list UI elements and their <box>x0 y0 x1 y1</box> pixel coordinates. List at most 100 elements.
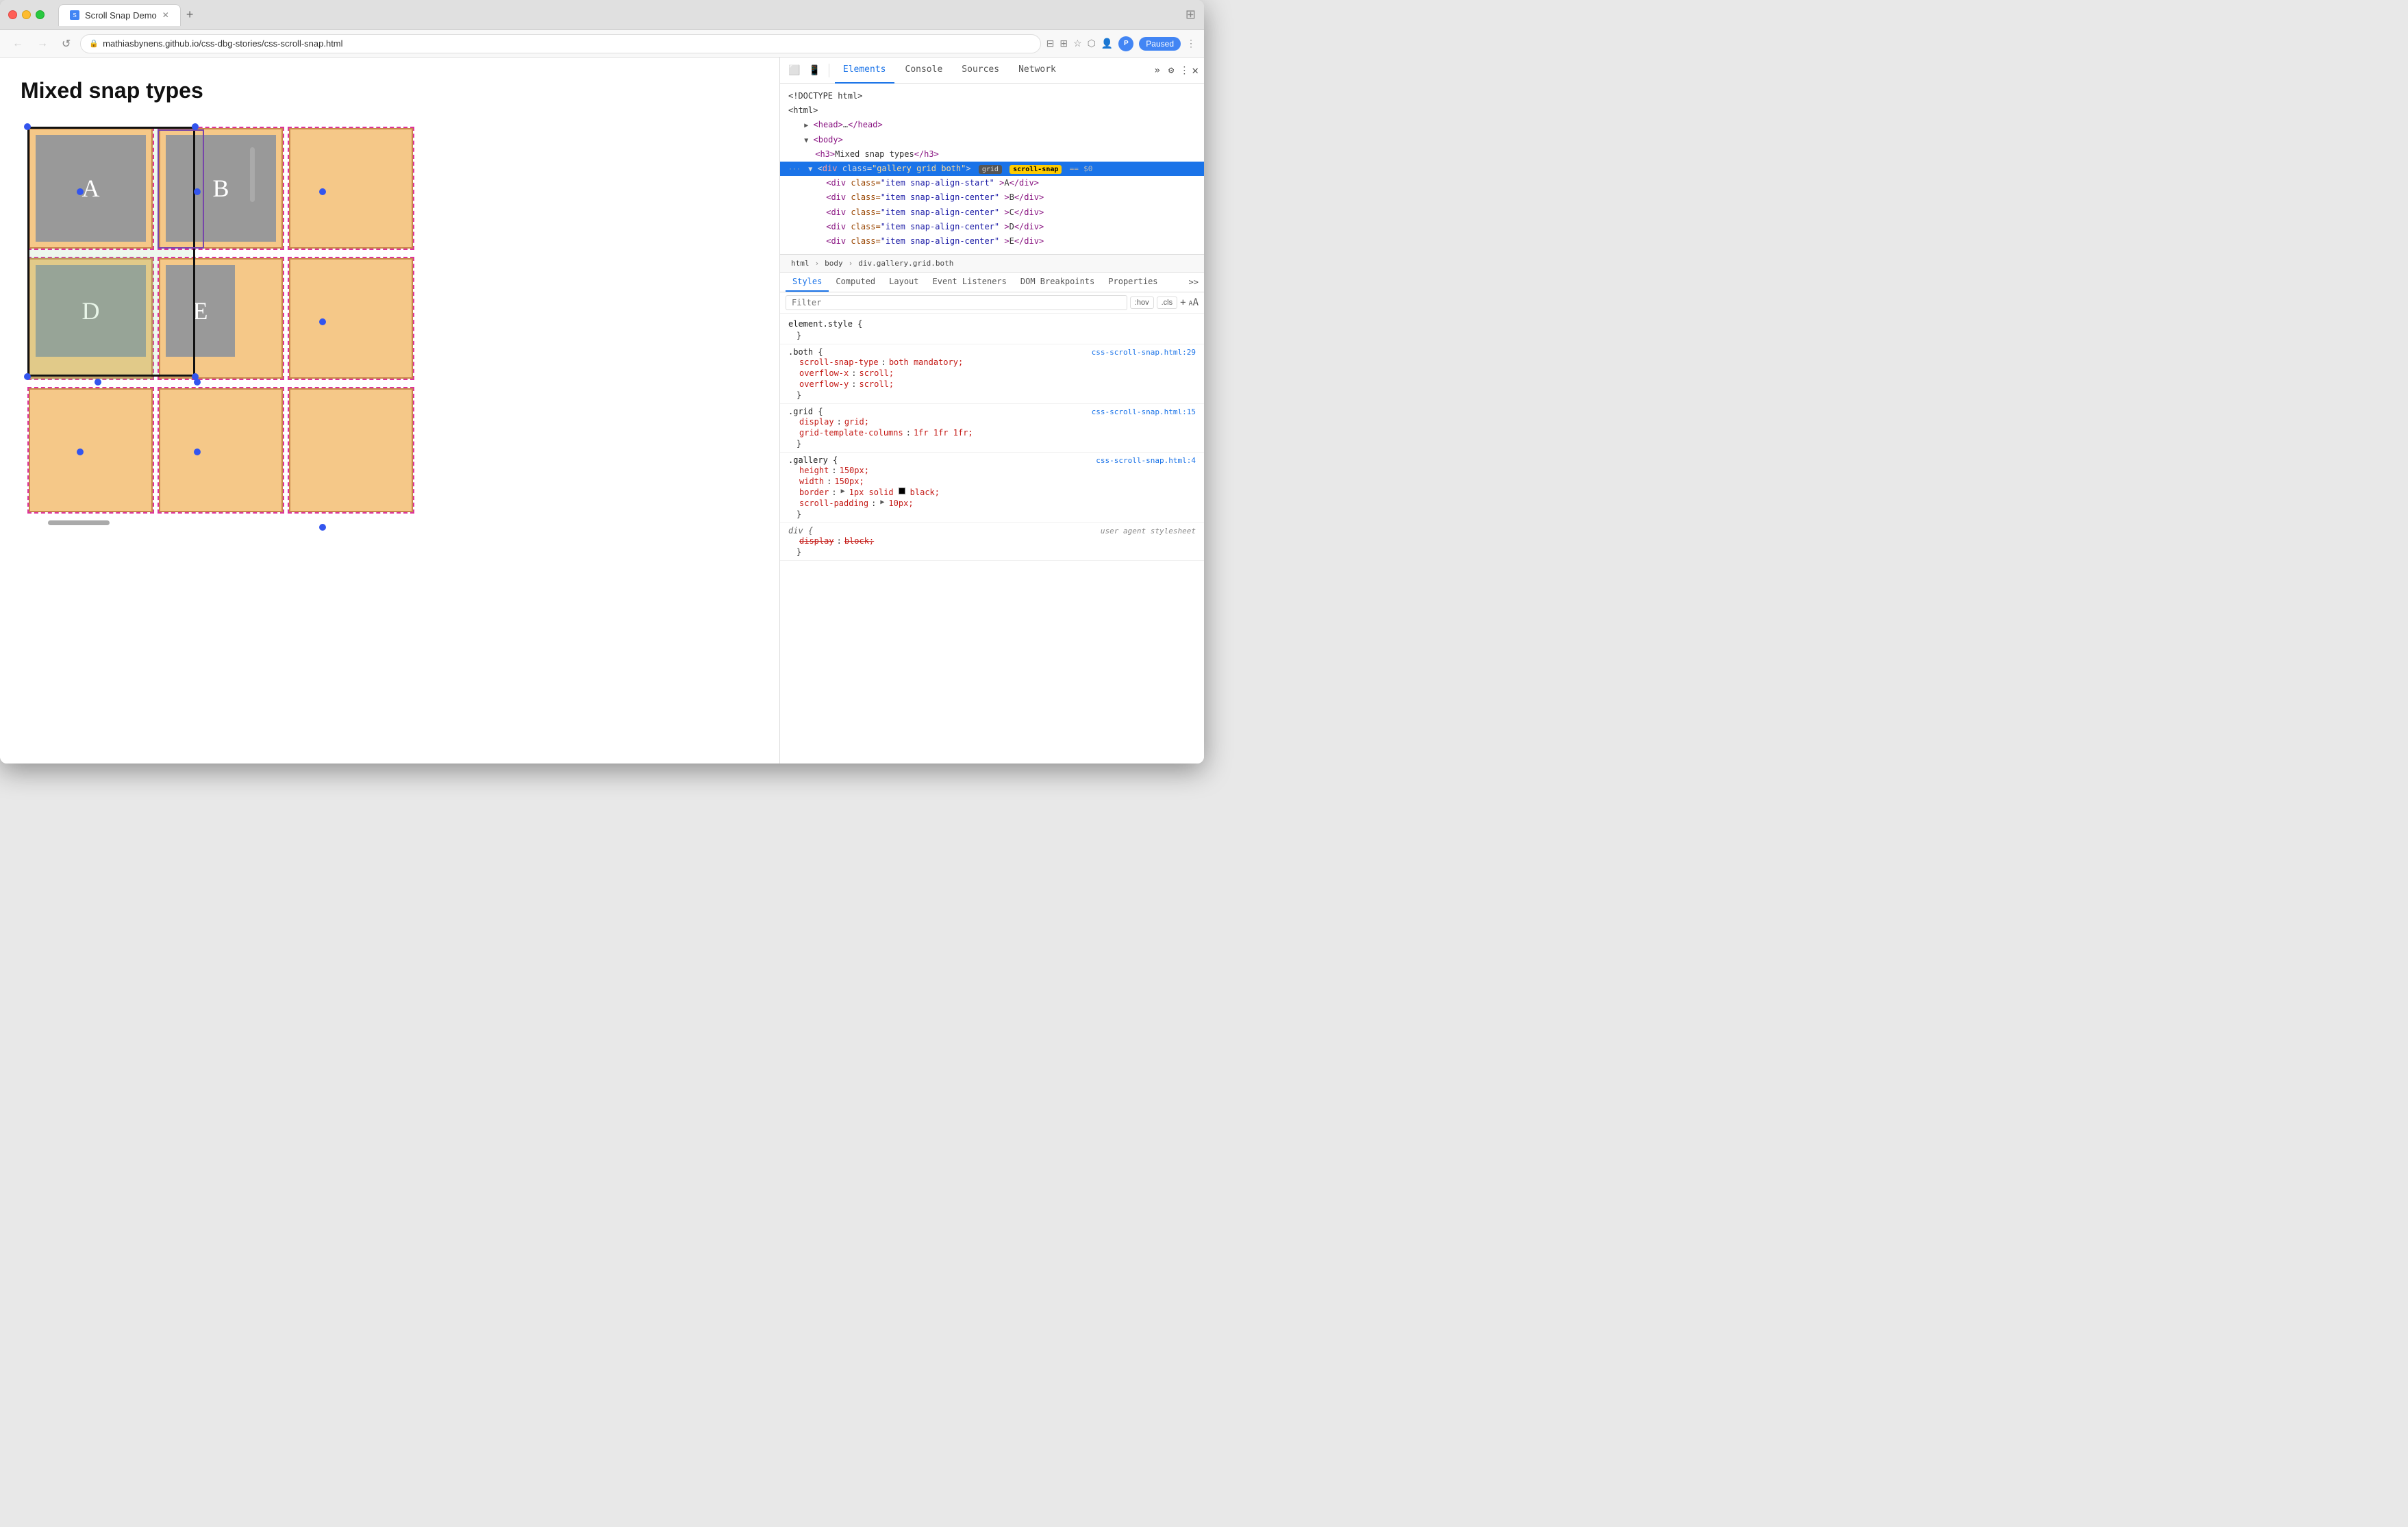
source-link-gallery[interactable]: css-scroll-snap.html:4 <box>1096 456 1196 465</box>
selector-element-style[interactable]: element.style { <box>788 319 862 329</box>
cls-button[interactable]: .cls <box>1157 296 1178 309</box>
settings-icon[interactable]: ⚙ <box>1166 62 1177 79</box>
rule-close-gallery: } <box>788 509 1196 520</box>
style-rule-div-ua: div { user agent stylesheet display : bl… <box>780 523 1204 561</box>
snap-dot-a <box>77 188 84 195</box>
dom-body[interactable]: ▼ <body> <box>780 133 1204 147</box>
main-content: Mixed snap types A <box>0 58 1204 764</box>
url-bar[interactable]: 🔒 mathiasbynens.github.io/css-dbg-storie… <box>80 34 1040 53</box>
dom-h3[interactable]: <h3>Mixed snap types</h3> <box>780 147 1204 162</box>
item-g-bg <box>29 388 153 512</box>
profile-icon[interactable]: 👤 <box>1101 38 1113 49</box>
dom-item-c[interactable]: <div class="item snap-align-center" >C</… <box>780 205 1204 220</box>
tab-sources[interactable]: Sources <box>953 58 1007 84</box>
item-e-outer: E <box>158 257 284 380</box>
selector-grid[interactable]: .grid { <box>788 407 823 416</box>
tab-console[interactable]: Console <box>897 58 951 84</box>
item-c-outer <box>288 127 414 250</box>
prop-name-overflow-x: overflow-x <box>799 368 849 378</box>
active-tab[interactable]: S Scroll Snap Demo ✕ <box>58 4 181 26</box>
device-toggle-icon[interactable]: 📱 <box>805 62 823 79</box>
rule-header-grid: .grid { css-scroll-snap.html:15 <box>788 407 1196 416</box>
style-tabs-more[interactable]: >> <box>1189 277 1199 287</box>
text-size-icon[interactable]: AA <box>1189 297 1199 308</box>
prop-grid-template-columns: grid-template-columns : 1fr 1fr 1fr; <box>788 427 1196 438</box>
selector-both[interactable]: .both { <box>788 347 823 357</box>
source-link-grid[interactable]: css-scroll-snap.html:15 <box>1092 407 1196 416</box>
selector-div-ua[interactable]: div { <box>788 526 813 535</box>
grid-icon[interactable]: ⊞ <box>1059 38 1068 49</box>
reload-button[interactable]: ↺ <box>58 34 75 53</box>
rule-close-grid: } <box>788 438 1196 449</box>
dom-item-e[interactable]: <div class="item snap-align-center" >E</… <box>780 234 1204 249</box>
prop-value-border-1px: 1px solid <box>849 488 894 497</box>
more-tabs-icon[interactable]: » <box>1151 62 1162 79</box>
new-tab-button[interactable]: + <box>184 5 197 25</box>
dom-item-b[interactable]: <div class="item snap-align-center" >B</… <box>780 190 1204 205</box>
close-devtools-icon[interactable]: ✕ <box>1192 64 1199 77</box>
rule-header-both: .both { css-scroll-snap.html:29 <box>788 347 1196 357</box>
tab-dom-breakpoints[interactable]: DOM Breakpoints <box>1014 273 1101 292</box>
add-style-icon[interactable]: + <box>1180 297 1186 308</box>
selector-gallery[interactable]: .gallery { <box>788 455 838 465</box>
dom-html[interactable]: <html> <box>780 103 1204 118</box>
back-button[interactable]: ← <box>8 35 27 53</box>
item-e-bg: E <box>159 258 283 379</box>
cast-icon[interactable]: ⊟ <box>1046 38 1055 49</box>
extensions-icon[interactable]: ⊞ <box>1186 8 1196 22</box>
paused-button[interactable]: Paused <box>1139 37 1181 51</box>
prop-value-scroll-padding: 10px; <box>888 499 913 508</box>
breadcrumb-body[interactable]: body <box>822 257 846 269</box>
tab-properties[interactable]: Properties <box>1101 273 1164 292</box>
breadcrumb-div[interactable]: div.gallery.grid.both <box>855 257 956 269</box>
item-d-label: D <box>36 265 146 357</box>
dom-doctype[interactable]: <!DOCTYPE html> <box>780 89 1204 103</box>
item-b-bg: B <box>159 128 283 249</box>
tab-favicon: S <box>70 10 79 20</box>
tab-layout[interactable]: Layout <box>882 273 925 292</box>
extension-icon[interactable]: ⬡ <box>1088 38 1096 49</box>
page-title: Mixed snap types <box>21 78 759 103</box>
element-picker-icon[interactable]: ⬜ <box>786 62 803 79</box>
dom-head[interactable]: ▶ <head>…</head> <box>780 118 1204 132</box>
scrollbar-v[interactable] <box>250 147 255 202</box>
rule-close-element: } <box>788 330 1196 341</box>
page-content: Mixed snap types A <box>0 58 779 764</box>
more-options-icon[interactable]: ⋮ <box>1179 65 1189 76</box>
dom-item-d[interactable]: <div class="item snap-align-center" >D</… <box>780 220 1204 234</box>
tab-elements[interactable]: Elements <box>835 58 894 84</box>
prop-display: display : grid; <box>788 416 1196 427</box>
item-h-outer <box>158 387 284 514</box>
tab-computed[interactable]: Computed <box>829 273 882 292</box>
prop-value-border-black: black; <box>910 488 940 497</box>
snap-corner-bl <box>24 373 31 380</box>
style-rule-grid: .grid { css-scroll-snap.html:15 display … <box>780 404 1204 453</box>
star-icon[interactable]: ☆ <box>1073 38 1082 49</box>
style-rule-gallery: .gallery { css-scroll-snap.html:4 height… <box>780 453 1204 523</box>
close-button[interactable] <box>8 10 17 19</box>
tab-styles[interactable]: Styles <box>786 273 829 292</box>
profile-button[interactable]: P <box>1118 36 1133 51</box>
prop-value-overflow-x: scroll; <box>859 368 894 378</box>
filter-bar: :hov .cls + AA <box>780 292 1204 314</box>
tab-event-listeners[interactable]: Event Listeners <box>926 273 1014 292</box>
menu-icon[interactable]: ⋮ <box>1186 38 1196 49</box>
dom-item-a[interactable]: <div class="item snap-align-start" >A</d… <box>780 176 1204 190</box>
scrollbar-h[interactable] <box>48 520 110 525</box>
prop-name-display: display <box>799 417 834 427</box>
forward-button[interactable]: → <box>33 35 52 53</box>
prop-value-width: 150px; <box>834 477 864 486</box>
snap-dot-c <box>319 188 326 195</box>
dom-selected-div[interactable]: ··· ▼ <div class="gallery grid both"> gr… <box>780 162 1204 176</box>
minimize-button[interactable] <box>22 10 31 19</box>
source-link-both[interactable]: css-scroll-snap.html:29 <box>1092 348 1196 357</box>
tab-close-icon[interactable]: ✕ <box>162 10 169 20</box>
snap-dot-g <box>77 449 84 455</box>
maximize-button[interactable] <box>36 10 45 19</box>
hov-button[interactable]: :hov <box>1130 296 1154 309</box>
dt-tabs-right: » ⚙ ⋮ ✕ <box>1151 62 1199 79</box>
filter-input[interactable] <box>786 295 1127 310</box>
tab-network[interactable]: Network <box>1010 58 1064 84</box>
breadcrumb-bar: html › body › div.gallery.grid.both <box>780 255 1204 273</box>
breadcrumb-html[interactable]: html <box>788 257 812 269</box>
